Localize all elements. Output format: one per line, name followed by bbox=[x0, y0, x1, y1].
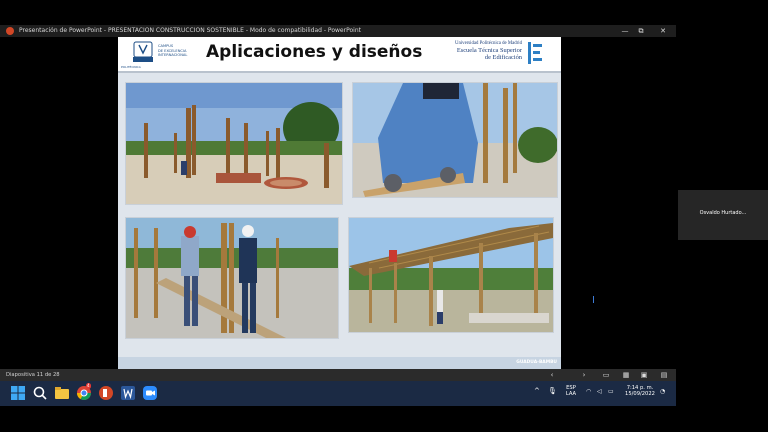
upm-shield-logo bbox=[133, 41, 153, 62]
minimize-button[interactable]: — bbox=[618, 25, 632, 37]
reading-view-icon[interactable]: ▣ bbox=[640, 372, 648, 379]
close-button[interactable]: ✕ bbox=[656, 25, 670, 37]
window-title: Presentación de PowerPoint - PRESENTACIO… bbox=[19, 27, 361, 34]
restore-button[interactable]: ⧉ bbox=[634, 25, 648, 37]
university-name: Universidad Politécnica de Madrid Escuel… bbox=[430, 41, 522, 61]
volume-icon[interactable]: ◁ bbox=[597, 389, 602, 395]
tray-overflow-icon[interactable]: ^ bbox=[534, 388, 540, 395]
university-line-2: Escuela Técnica Superior bbox=[456, 47, 522, 54]
windows-start-icon[interactable] bbox=[10, 385, 26, 401]
slide-sorter-icon[interactable]: ▦ bbox=[622, 372, 630, 379]
zoom-icon[interactable] bbox=[142, 385, 158, 401]
slide-footer: GUADUA-BAMBU bbox=[118, 357, 561, 369]
photo-bamboo-columns bbox=[125, 82, 343, 205]
wifi-icon[interactable]: ◠ bbox=[586, 389, 591, 395]
slideshow-icon[interactable]: ▤ bbox=[660, 372, 668, 379]
slide-header: POLITÉCNICA CAMPUS DE EXCELENCIA INTERNA… bbox=[118, 37, 561, 73]
search-icon[interactable] bbox=[32, 385, 48, 401]
etsem-logo bbox=[528, 42, 542, 64]
powerpoint-icon bbox=[6, 27, 14, 35]
participant-tile[interactable]: Osvaldo Hurtado... bbox=[678, 190, 768, 240]
slide[interactable]: POLITÉCNICA CAMPUS DE EXCELENCIA INTERNA… bbox=[118, 37, 561, 369]
photo-worker-cutting bbox=[352, 82, 558, 198]
language-indicator[interactable]: ESP LAA bbox=[563, 385, 579, 397]
campus-line-3: INTERNACIONAL bbox=[158, 53, 188, 58]
status-bar: Diapositiva 11 de 28 ‹ › ▭ ▦ ▣ ▤ bbox=[0, 369, 676, 381]
file-explorer-icon[interactable] bbox=[54, 385, 70, 401]
slide-title: Aplicaciones y diseños bbox=[206, 42, 423, 62]
language-line-2: LAA bbox=[565, 391, 577, 397]
photo-workers-assembling bbox=[125, 217, 339, 339]
notifications-icon[interactable]: ◔ bbox=[660, 389, 665, 395]
clock-date: 15/09/2022 bbox=[625, 391, 655, 397]
campus-excelencia-text: CAMPUS DE EXCELENCIA INTERNACIONAL bbox=[158, 44, 198, 58]
clock[interactable]: 7:14 p. m. 15/09/2022 bbox=[622, 385, 658, 397]
university-line-3: de Edificación bbox=[484, 54, 522, 61]
previous-slide-icon[interactable]: ‹ bbox=[548, 372, 556, 379]
word-icon[interactable] bbox=[120, 385, 136, 401]
powerpoint-taskbar-icon[interactable] bbox=[98, 385, 114, 401]
slide-counter: Diapositiva 11 de 28 bbox=[6, 372, 60, 378]
battery-icon[interactable]: ▭ bbox=[608, 389, 614, 395]
text-cursor bbox=[593, 296, 594, 303]
photo-bamboo-roof bbox=[348, 217, 554, 333]
chrome-notification-badge: 4 bbox=[86, 383, 91, 389]
microphone-icon[interactable]: 🎙 bbox=[548, 388, 557, 395]
taskbar: 4 ^ 🎙 ESP LAA ◠ ◁ ▭ 7:14 p. m. 15/09/202… bbox=[0, 381, 676, 406]
window-title-bar: Presentación de PowerPoint - PRESENTACIO… bbox=[0, 25, 676, 37]
footer-label: GUADUA-BAMBU bbox=[516, 360, 557, 365]
normal-view-icon[interactable]: ▭ bbox=[602, 372, 610, 379]
next-slide-icon[interactable]: › bbox=[580, 372, 588, 379]
logo-caption: POLITÉCNICA bbox=[121, 65, 141, 69]
participant-name: Osvaldo Hurtado... bbox=[699, 210, 747, 216]
